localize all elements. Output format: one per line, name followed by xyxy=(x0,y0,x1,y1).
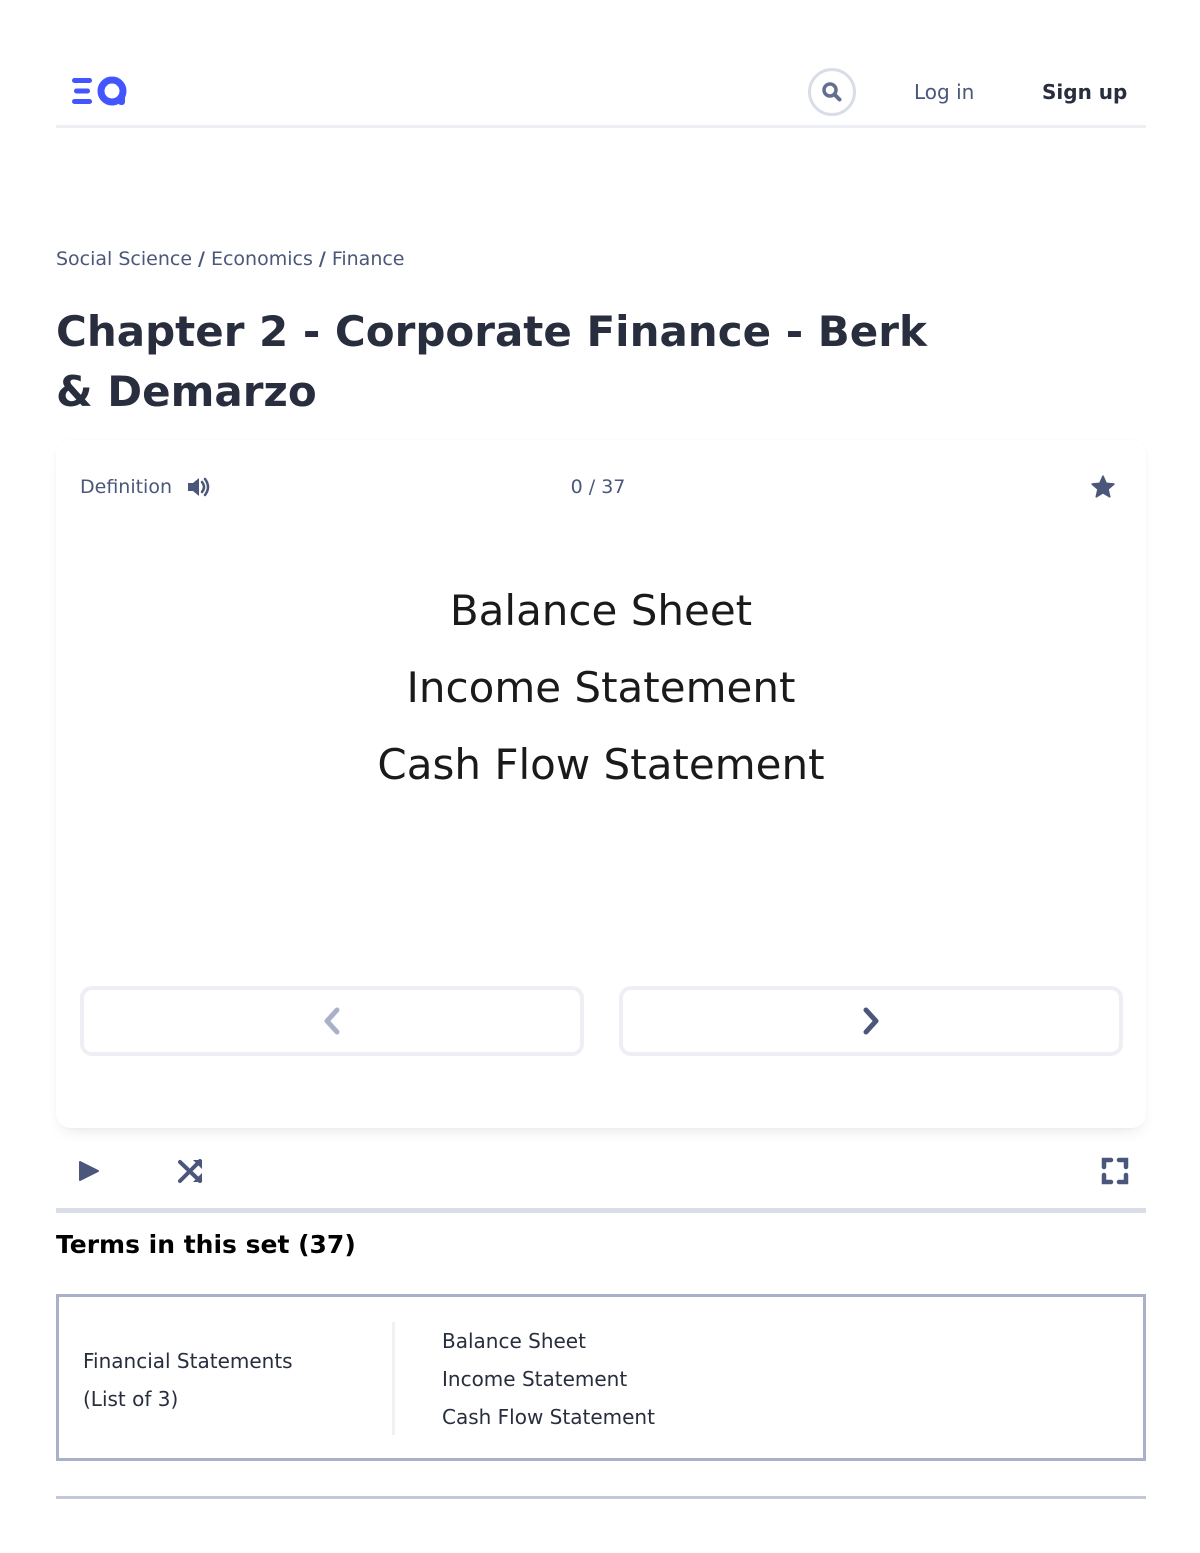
term-line: Financial Statements xyxy=(83,1349,293,1373)
next-card-button[interactable] xyxy=(619,986,1123,1056)
signup-link[interactable]: Sign up xyxy=(1042,80,1127,104)
card-line: Income Statement xyxy=(406,663,796,712)
term-row[interactable]: Financial Statements (List of 3) Balance… xyxy=(56,1294,1146,1461)
top-header: Log in Sign up xyxy=(56,56,1146,128)
term-line: (List of 3) xyxy=(83,1387,179,1411)
shuffle-icon[interactable] xyxy=(176,1156,206,1186)
breadcrumb-economics[interactable]: Economics xyxy=(211,248,313,270)
play-icon[interactable] xyxy=(74,1156,104,1186)
flashcard[interactable]: Definition 0 / 37 Balance Sheet Income S… xyxy=(56,440,1146,1128)
section-divider xyxy=(56,1208,1146,1213)
definition-line: Income Statement xyxy=(442,1367,628,1391)
breadcrumb-separator: / xyxy=(198,248,205,270)
definition-line: Cash Flow Statement xyxy=(442,1405,655,1429)
card-counter: 0 / 37 xyxy=(570,476,626,498)
search-button[interactable] xyxy=(808,68,856,116)
search-icon xyxy=(822,82,842,102)
card-line: Cash Flow Statement xyxy=(377,740,825,789)
breadcrumb-social-science[interactable]: Social Science xyxy=(56,248,192,270)
logo[interactable] xyxy=(72,74,130,108)
breadcrumb-separator: / xyxy=(318,248,326,270)
flashcard-toolbar: Definition 0 / 37 xyxy=(80,474,1116,502)
terms-heading: Terms in this set (37) xyxy=(56,1230,356,1259)
fullscreen-icon[interactable] xyxy=(1100,1156,1130,1186)
login-link[interactable]: Log in xyxy=(914,80,974,104)
card-content: Balance Sheet Income Statement Cash Flow… xyxy=(56,572,1146,803)
chevron-right-icon xyxy=(863,1007,879,1035)
quizlet-logo-icon xyxy=(72,76,127,106)
card-line: Balance Sheet xyxy=(449,586,753,635)
term-definition: Balance Sheet Income Statement Cash Flow… xyxy=(442,1322,655,1436)
bottom-divider xyxy=(56,1496,1146,1499)
previous-card-button[interactable] xyxy=(80,986,584,1056)
study-controls xyxy=(56,1148,1146,1208)
star-icon[interactable] xyxy=(1090,474,1116,500)
term-word: Financial Statements (List of 3) xyxy=(83,1342,363,1418)
chevron-left-icon xyxy=(324,1007,340,1035)
page-title: Chapter 2 - Corporate Finance - Berk & D… xyxy=(56,307,927,416)
breadcrumb: Social Science / Economics / Finance xyxy=(56,248,405,270)
definition-line: Balance Sheet xyxy=(442,1329,586,1353)
breadcrumb-finance[interactable]: Finance xyxy=(332,248,405,270)
term-separator xyxy=(392,1322,395,1435)
